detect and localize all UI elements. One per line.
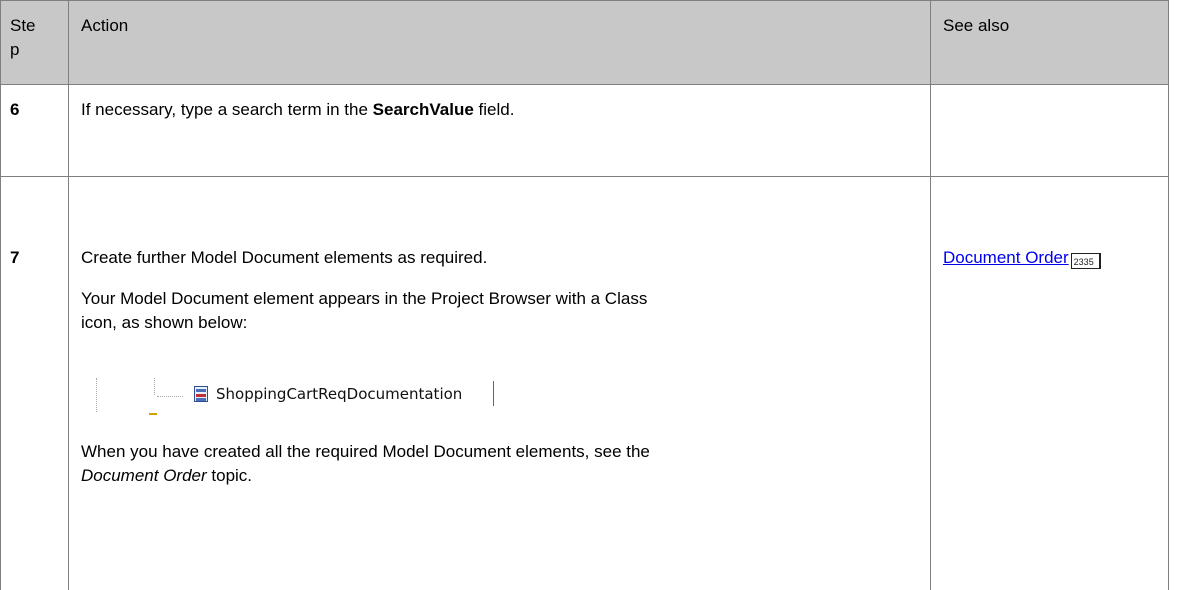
table-column-divider xyxy=(930,0,931,590)
table-column-divider xyxy=(68,0,69,590)
table-border-left xyxy=(0,0,1,590)
action-paragraph: Your Model Document element appears in t… xyxy=(81,287,647,335)
topic-name: Document Order xyxy=(81,466,207,485)
insertion-marker xyxy=(149,413,157,415)
action-text: field. xyxy=(473,100,515,119)
table-row-divider xyxy=(0,176,1169,177)
row-step-number: 6 xyxy=(10,98,19,122)
field-name: SearchValue xyxy=(372,100,474,119)
see-also-cell: Document Order 2335 xyxy=(943,246,1101,270)
action-line: Create further Model Document elements a… xyxy=(81,248,488,267)
action-line: When you have created all the required M… xyxy=(81,442,650,461)
document-order-link[interactable]: Document Order xyxy=(943,248,1069,267)
header-see-also: See also xyxy=(943,16,1010,35)
action-text: topic. xyxy=(206,466,253,485)
tree-item-label[interactable]: ShoppingCartReqDocumentation xyxy=(216,384,462,404)
header-step: Ste p xyxy=(10,14,36,62)
tree-guide-line xyxy=(154,378,155,395)
table-row-divider xyxy=(0,84,1169,85)
class-icon xyxy=(194,386,208,402)
action-line: icon, as shown below: xyxy=(81,313,248,332)
row-step-number: 7 xyxy=(10,246,19,270)
header-action: Action xyxy=(81,16,129,35)
action-text: If necessary, type a search term in the xyxy=(81,100,373,119)
action-line: Document Order topic. xyxy=(81,464,650,488)
tree-branch-line xyxy=(157,396,183,397)
table-border-right xyxy=(1168,0,1169,590)
table-border-top xyxy=(0,0,1169,1)
header-step-line2: p xyxy=(10,40,20,59)
table-header-row xyxy=(0,0,1168,84)
action-line: Your Model Document element appears in t… xyxy=(81,289,648,308)
step-number: 7 xyxy=(10,248,20,267)
row-action-text: If necessary, type a search term in the … xyxy=(81,98,514,122)
header-step-line1: Ste xyxy=(10,16,36,35)
action-paragraph: When you have created all the required M… xyxy=(81,440,650,488)
steps-table: Ste p Action See also 6 If necessary, ty… xyxy=(0,0,1183,590)
text-cursor xyxy=(493,381,494,406)
page-reference-icon[interactable]: 2335 xyxy=(1070,253,1101,269)
tree-guide-line xyxy=(96,378,97,412)
step-number: 6 xyxy=(10,100,20,119)
